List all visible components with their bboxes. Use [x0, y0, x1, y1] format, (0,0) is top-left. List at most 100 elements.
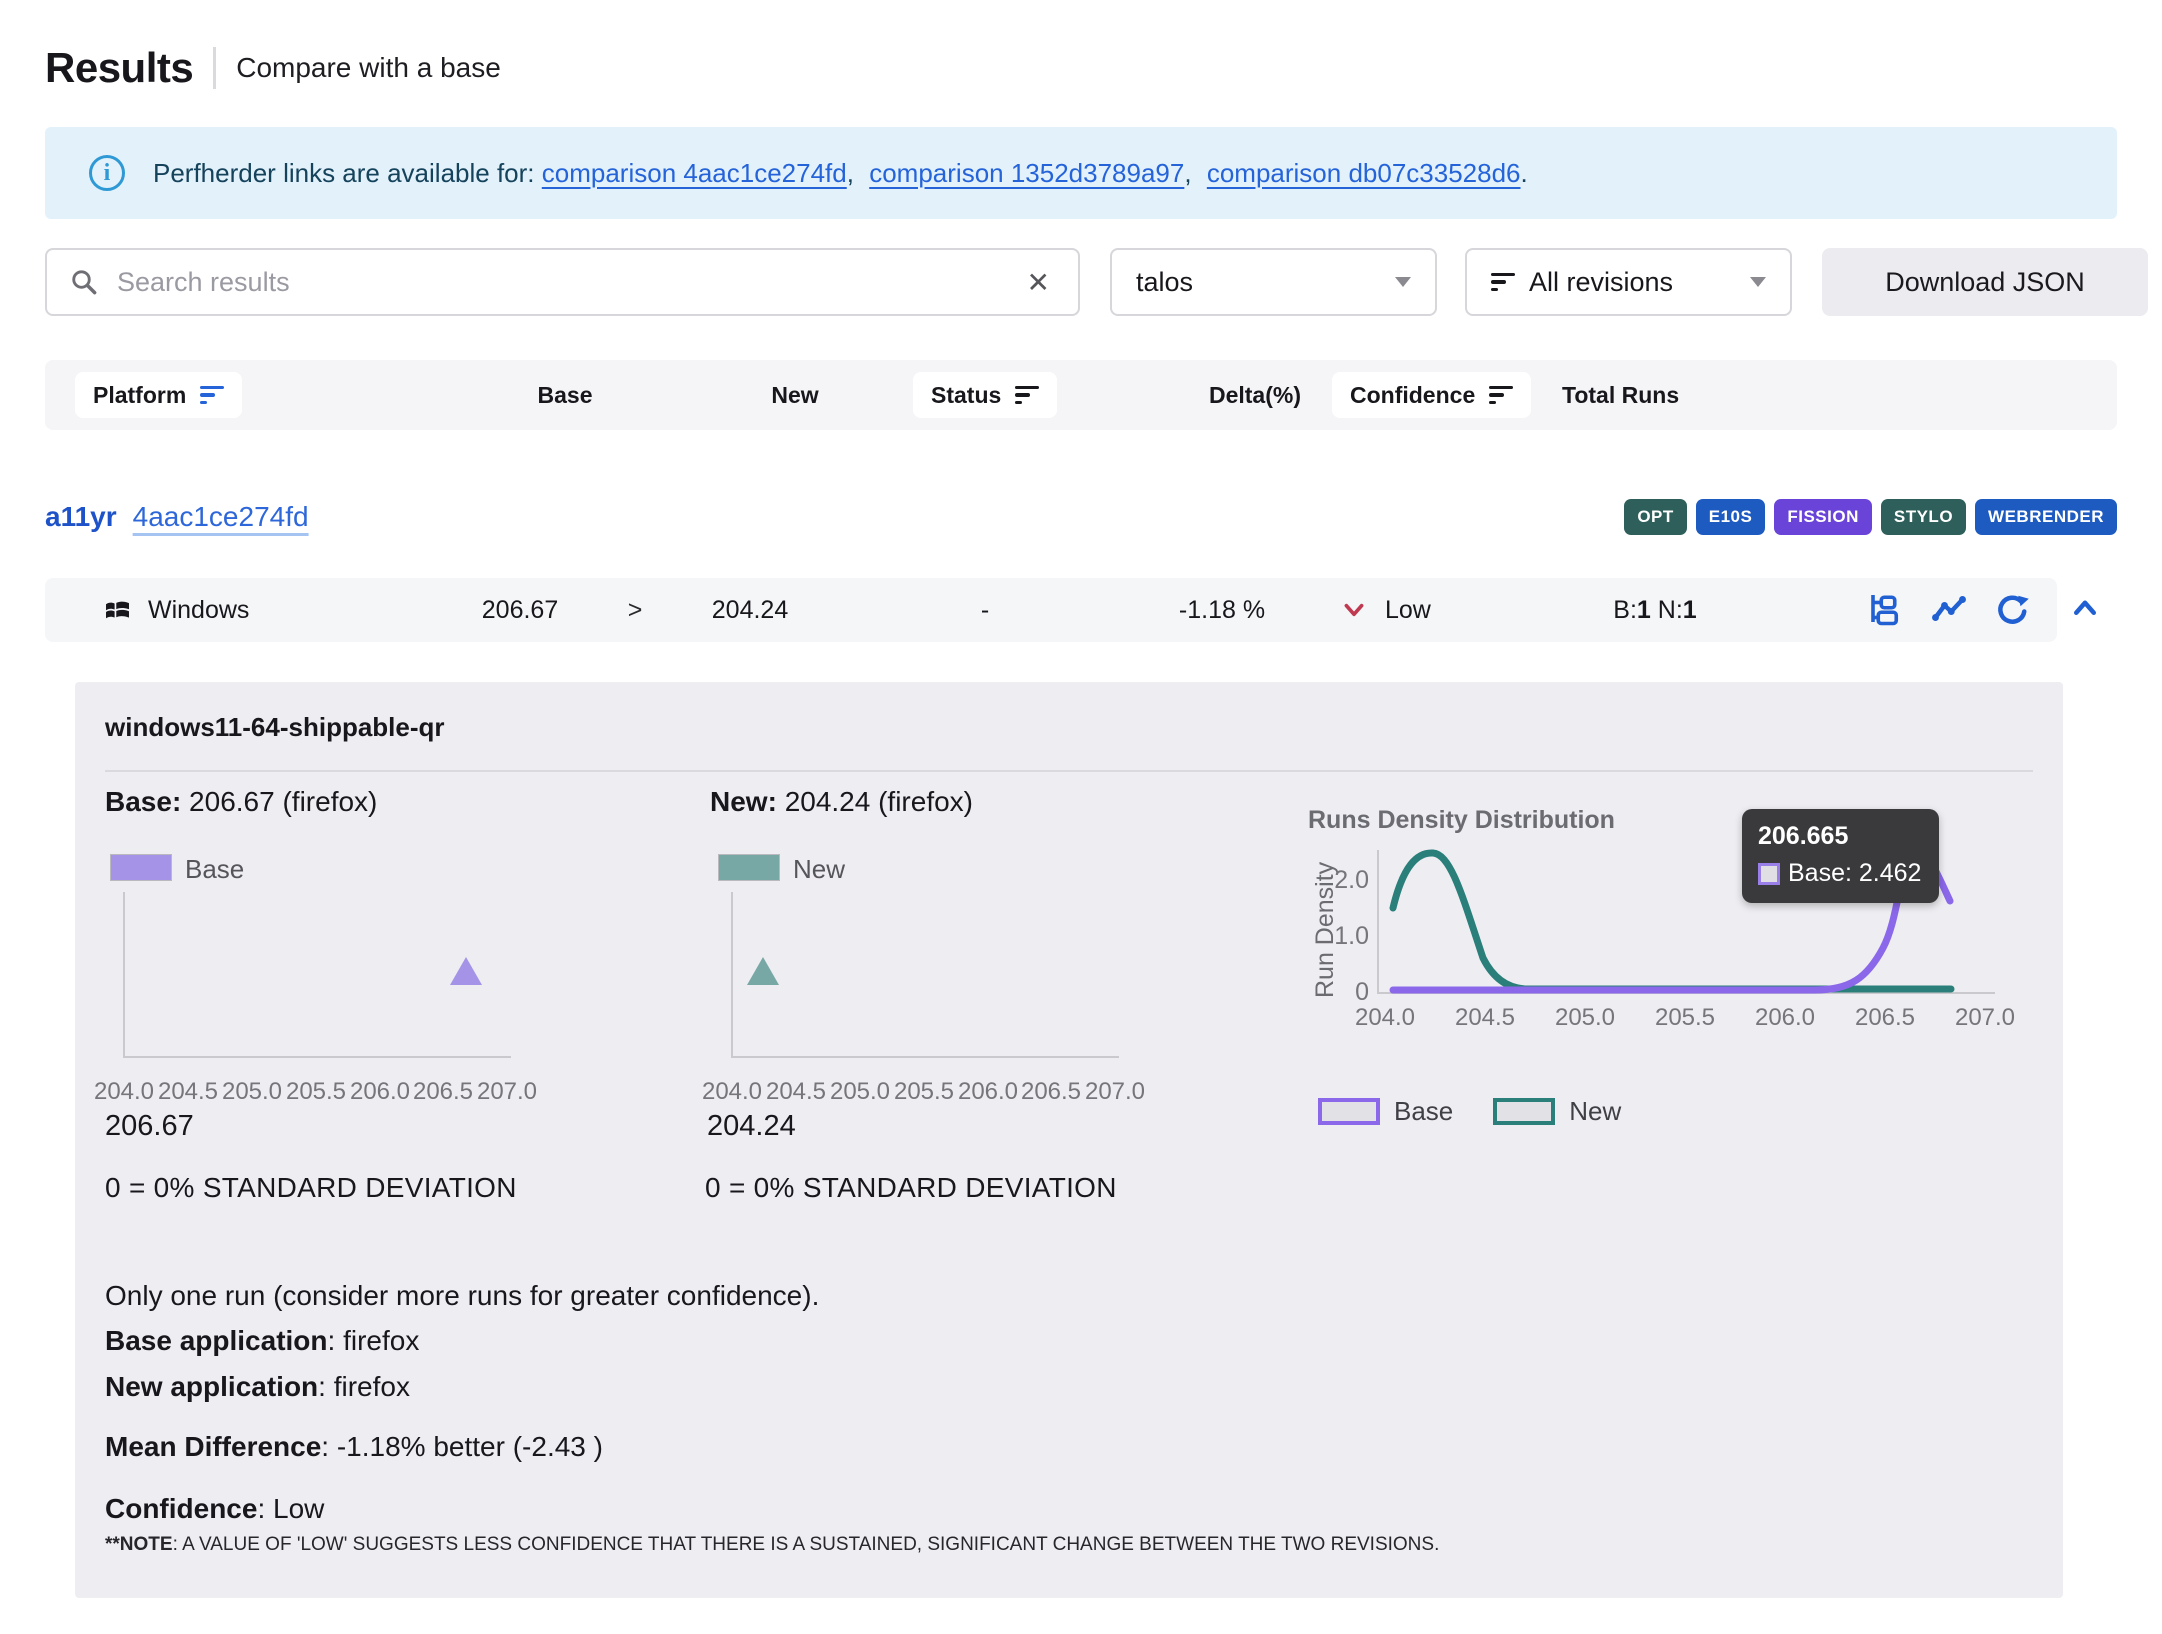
delta-value: -1.18 %	[1122, 578, 1322, 642]
subtests-tree-icon[interactable]	[1867, 592, 1903, 628]
density-tooltip: 206.665 Base: 2.462	[1742, 809, 1939, 903]
e10s-badge: E10S	[1696, 499, 1766, 535]
axis-tick: 207.0	[472, 1078, 542, 1106]
density-new-label: New	[1569, 1096, 1621, 1127]
comparison-link-3[interactable]: comparison db07c33528d6	[1207, 158, 1521, 188]
confidence-line: Confidence: Low	[105, 1493, 324, 1525]
single-run-note: Only one run (consider more runs for gre…	[105, 1280, 819, 1312]
total-runs-column-label: Total Runs	[1562, 360, 1782, 430]
axis-tick: 205.0	[217, 1078, 287, 1106]
perfcompare-results-page: Results Compare with a base i Perfherder…	[0, 0, 2162, 1634]
filter-icon	[1015, 386, 1039, 405]
axis-tick: 205.0	[825, 1078, 895, 1106]
regression-chevron-down-icon	[1341, 597, 1367, 623]
results-table-header: Platform Base New Status Delta(%) Confid…	[45, 360, 2117, 430]
new-chart-y-axis	[731, 892, 733, 1058]
new-stddev-text: 0 = 0% STANDARD DEVIATION	[705, 1172, 1117, 1204]
axis-tick: 206.0	[345, 1078, 415, 1106]
density-base-label: Base	[1394, 1096, 1453, 1127]
axis-tick: 204.0	[89, 1078, 159, 1106]
banner-prefix: Perfherder links are available for:	[153, 158, 535, 188]
axis-tick: 205.5	[1650, 1004, 1720, 1032]
density-legend: Base New	[1318, 1096, 1621, 1127]
status-filter-chip[interactable]: Status	[913, 372, 1057, 418]
page-header: Results Compare with a base	[45, 44, 501, 92]
base-legend-label: Base	[185, 854, 244, 885]
tooltip-series-value: Base: 2.462	[1788, 859, 1921, 888]
confidence-filter-chip[interactable]: Confidence	[1332, 372, 1531, 418]
delta-column-label: Delta(%)	[1155, 360, 1355, 430]
webrender-badge: WEBRENDER	[1975, 499, 2117, 535]
suite-group-row: a11yr 4aac1ce274fd OPT E10S FISSION STYL…	[45, 487, 2117, 547]
axis-tick: 206.5	[1850, 1004, 1920, 1032]
search-icon	[69, 267, 99, 297]
base-stddev-text: 0 = 0% STANDARD DEVIATION	[105, 1172, 517, 1204]
panel-divider	[105, 770, 2033, 772]
axis-tick: 206.0	[1750, 1004, 1820, 1032]
new-stat-line: New: 204.24 (firefox)	[710, 786, 973, 818]
base-mean-marker	[450, 957, 482, 985]
suite-name[interactable]: a11yr	[45, 501, 117, 533]
filter-icon	[1489, 386, 1513, 405]
comparison-link-1[interactable]: comparison 4aac1ce274fd	[542, 158, 847, 188]
results-toolbar: ✕ talos All revisions Download JSON	[0, 248, 2162, 316]
revisions-value: All revisions	[1529, 267, 1673, 298]
comparison-sign: >	[605, 578, 665, 642]
collapse-row-button[interactable]	[2061, 586, 2109, 634]
framework-select[interactable]: talos	[1110, 248, 1437, 316]
graph-link-icon[interactable]	[1931, 592, 1967, 628]
filter-icon	[200, 386, 224, 405]
info-icon: i	[89, 155, 125, 191]
base-value: 206.67	[430, 578, 610, 642]
platform-filter-chip[interactable]: Platform	[75, 372, 242, 418]
y-tick: 2.0	[1313, 866, 1369, 895]
axis-tick: 207.0	[1950, 1004, 2020, 1032]
base-chart-y-axis	[123, 892, 125, 1058]
search-input[interactable]	[117, 267, 1003, 298]
new-application-line: New application: firefox	[105, 1371, 410, 1403]
platform-cell: Windows	[103, 578, 249, 642]
new-column-label: New	[705, 360, 885, 430]
banner-text: Perfherder links are available for: comp…	[153, 158, 1528, 189]
framework-value: talos	[1136, 267, 1193, 298]
chevron-down-icon	[1750, 277, 1766, 287]
retrigger-refresh-icon[interactable]	[1995, 592, 2031, 628]
total-runs-cell: B:1 N:1	[1545, 578, 1765, 642]
revisions-filter-select[interactable]: All revisions	[1465, 248, 1792, 316]
axis-tick: 204.0	[1350, 1004, 1420, 1032]
status-value: -	[925, 578, 1045, 642]
row-action-icons	[1867, 578, 2031, 642]
filter-list-icon	[1491, 273, 1515, 292]
axis-tick: 206.5	[408, 1078, 478, 1106]
new-chart-x-axis	[731, 1056, 1119, 1058]
platform-column-label: Platform	[93, 382, 186, 409]
new-value: 204.24	[660, 578, 840, 642]
density-new-swatch	[1493, 1098, 1555, 1125]
revision-link[interactable]: 4aac1ce274fd	[133, 501, 309, 533]
confidence-cell: Low	[1341, 578, 1431, 642]
confidence-column-label: Confidence	[1350, 382, 1475, 409]
comparison-link-2[interactable]: comparison 1352d3789a97	[869, 158, 1184, 188]
base-chart-x-axis	[123, 1056, 511, 1058]
axis-tick: 204.5	[761, 1078, 831, 1106]
stylo-badge: STYLO	[1881, 499, 1966, 535]
platform-name: Windows	[148, 578, 249, 642]
perfherder-links-banner: i Perfherder links are available for: co…	[45, 127, 2117, 219]
clear-search-icon[interactable]: ✕	[1021, 266, 1056, 299]
page-title: Results	[45, 44, 193, 92]
opt-badge: OPT	[1624, 499, 1686, 535]
search-box: ✕	[45, 248, 1080, 316]
axis-tick: 205.5	[281, 1078, 351, 1106]
chevron-up-icon	[2070, 594, 2100, 624]
new-legend-swatch	[718, 854, 780, 881]
subtest-name: windows11-64-shippable-qr	[105, 712, 445, 743]
y-tick: 0	[1313, 978, 1369, 1007]
subtest-detail-panel: windows11-64-shippable-qr Base: 206.67 (…	[75, 682, 2063, 1598]
new-legend-label: New	[793, 854, 845, 885]
chevron-down-icon	[1395, 277, 1411, 287]
axis-tick: 206.0	[953, 1078, 1023, 1106]
base-application-line: Base application: firefox	[105, 1325, 419, 1357]
download-json-button[interactable]: Download JSON	[1822, 248, 2148, 316]
platform-row-wrap: Windows 206.67 > 204.24 - -1.18 % Low B:…	[45, 578, 2117, 642]
base-column-label: Base	[475, 360, 655, 430]
